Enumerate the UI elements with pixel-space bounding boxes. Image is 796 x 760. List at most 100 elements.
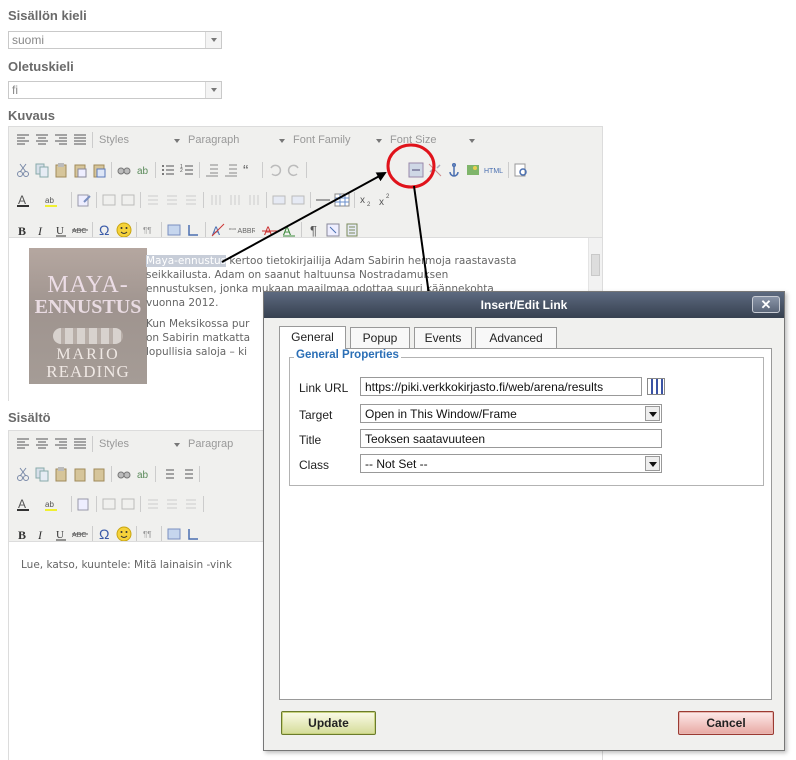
- delete-row-icon[interactable]: [183, 192, 199, 208]
- copy-icon[interactable]: [34, 466, 50, 482]
- preview-icon[interactable]: [513, 162, 529, 178]
- absolute-icon[interactable]: [185, 526, 201, 542]
- font-family-dropdown[interactable]: Font Family: [290, 132, 384, 149]
- row-after-icon[interactable]: [164, 496, 180, 512]
- text-color-icon[interactable]: A: [15, 496, 31, 512]
- strikethrough-icon[interactable]: ABC: [72, 526, 88, 542]
- row-before-icon[interactable]: [145, 496, 161, 512]
- find-icon[interactable]: [116, 162, 132, 178]
- title-input[interactable]: Teoksen saatavuuteen: [360, 429, 662, 448]
- underline-icon[interactable]: U: [53, 222, 69, 238]
- indent-icon[interactable]: [223, 162, 239, 178]
- visual-chars-icon[interactable]: ¶: [306, 222, 322, 238]
- align-justify-icon[interactable]: [72, 132, 88, 148]
- cut-icon[interactable]: [15, 162, 31, 178]
- remove-format-icon[interactable]: A: [210, 222, 226, 238]
- emoticon-icon[interactable]: [116, 526, 132, 542]
- col-after-icon[interactable]: [227, 192, 243, 208]
- replace-icon[interactable]: ab: [135, 466, 151, 482]
- tab-general[interactable]: General: [279, 326, 346, 349]
- styles-dropdown[interactable]: Styles: [96, 436, 182, 453]
- visual-aid-icon[interactable]: [325, 222, 341, 238]
- align-left-icon[interactable]: [15, 436, 31, 452]
- html-icon[interactable]: HTML: [484, 162, 504, 178]
- italic-icon[interactable]: I: [34, 222, 50, 238]
- align-center-icon[interactable]: [34, 132, 50, 148]
- table-props-icon[interactable]: [120, 192, 136, 208]
- anchor-icon[interactable]: [446, 162, 462, 178]
- align-left-icon[interactable]: [15, 132, 31, 148]
- insert-text-icon[interactable]: A: [281, 222, 297, 238]
- insert-image-icon[interactable]: [465, 162, 481, 178]
- link-url-input[interactable]: https://piki.verkkokirjasto.fi/web/arena…: [360, 377, 642, 396]
- browse-link-icon[interactable]: [647, 378, 665, 395]
- content-language-select[interactable]: suomi: [8, 31, 222, 49]
- paste-text-icon[interactable]: [72, 466, 88, 482]
- align-right-icon[interactable]: [53, 436, 69, 452]
- paste-icon[interactable]: [53, 162, 69, 178]
- align-center-icon[interactable]: [34, 436, 50, 452]
- subscript-icon[interactable]: x2: [359, 192, 375, 208]
- link-icon[interactable]: [408, 162, 424, 178]
- nonbreaking-icon[interactable]: ¶¶: [141, 222, 157, 238]
- edit-icon[interactable]: [76, 496, 92, 512]
- table-icon[interactable]: [101, 496, 117, 512]
- undo-icon[interactable]: [267, 162, 283, 178]
- format-dropdown[interactable]: Paragraph: [185, 132, 287, 149]
- split-cells-icon[interactable]: [271, 192, 287, 208]
- horizontal-rule-icon[interactable]: [315, 192, 331, 208]
- bullet-list-icon[interactable]: [160, 162, 176, 178]
- superscript-icon[interactable]: x2: [378, 192, 394, 208]
- edit-icon[interactable]: [76, 192, 92, 208]
- redo-icon[interactable]: [286, 162, 302, 178]
- merge-cells-icon[interactable]: [290, 192, 306, 208]
- delete-col-icon[interactable]: [246, 192, 262, 208]
- dialog-titlebar[interactable]: Insert/Edit Link ✕: [264, 292, 784, 318]
- absolute-icon[interactable]: [185, 222, 201, 238]
- special-char-icon[interactable]: Ω: [97, 222, 113, 238]
- tab-popup[interactable]: Popup: [350, 327, 410, 349]
- paste-word-icon[interactable]: [91, 162, 107, 178]
- table-props-icon[interactable]: [120, 496, 136, 512]
- paste-icon[interactable]: [53, 466, 69, 482]
- paste-text-icon[interactable]: [72, 162, 88, 178]
- update-button[interactable]: Update: [281, 711, 376, 735]
- cut-icon[interactable]: [15, 466, 31, 482]
- blockquote-icon[interactable]: “: [242, 162, 258, 178]
- special-char-icon[interactable]: Ω: [97, 526, 113, 542]
- close-icon[interactable]: ✕: [752, 296, 780, 313]
- tab-events[interactable]: Events: [414, 327, 472, 349]
- emoticon-icon[interactable]: [116, 222, 132, 238]
- row-after-icon[interactable]: [164, 192, 180, 208]
- background-color-icon[interactable]: ab: [43, 192, 59, 208]
- delete-row-icon[interactable]: [183, 496, 199, 512]
- target-select[interactable]: Open in This Window/Frame: [360, 404, 662, 423]
- insert-layer-icon[interactable]: [166, 526, 182, 542]
- template-icon[interactable]: [344, 222, 360, 238]
- cancel-button[interactable]: Cancel: [678, 711, 774, 735]
- find-icon[interactable]: [116, 466, 132, 482]
- class-select[interactable]: -- Not Set --: [360, 454, 662, 473]
- underline-icon[interactable]: U: [53, 526, 69, 542]
- copy-icon[interactable]: [34, 162, 50, 178]
- font-size-dropdown[interactable]: Font Size: [387, 132, 477, 149]
- tab-advanced[interactable]: Advanced: [475, 327, 557, 349]
- delete-text-icon[interactable]: A: [262, 222, 278, 238]
- styles-dropdown[interactable]: Styles: [96, 132, 182, 149]
- insert-layer-icon[interactable]: [166, 222, 182, 238]
- strikethrough-icon[interactable]: ABC: [72, 222, 88, 238]
- unlink-icon[interactable]: [427, 162, 443, 178]
- bold-icon[interactable]: B: [15, 222, 31, 238]
- table-icon[interactable]: [101, 192, 117, 208]
- nonbreaking-icon[interactable]: ¶¶: [141, 526, 157, 542]
- italic-icon[interactable]: I: [34, 526, 50, 542]
- insert-table-icon[interactable]: [334, 192, 350, 208]
- bullet-list-icon[interactable]: [160, 466, 176, 482]
- align-justify-icon[interactable]: [72, 436, 88, 452]
- align-right-icon[interactable]: [53, 132, 69, 148]
- replace-icon[interactable]: ab: [135, 162, 151, 178]
- default-language-select[interactable]: fi: [8, 81, 222, 99]
- bold-icon[interactable]: B: [15, 526, 31, 542]
- numbered-list-icon[interactable]: [179, 466, 195, 482]
- format-dropdown[interactable]: Paragrap: [185, 436, 275, 453]
